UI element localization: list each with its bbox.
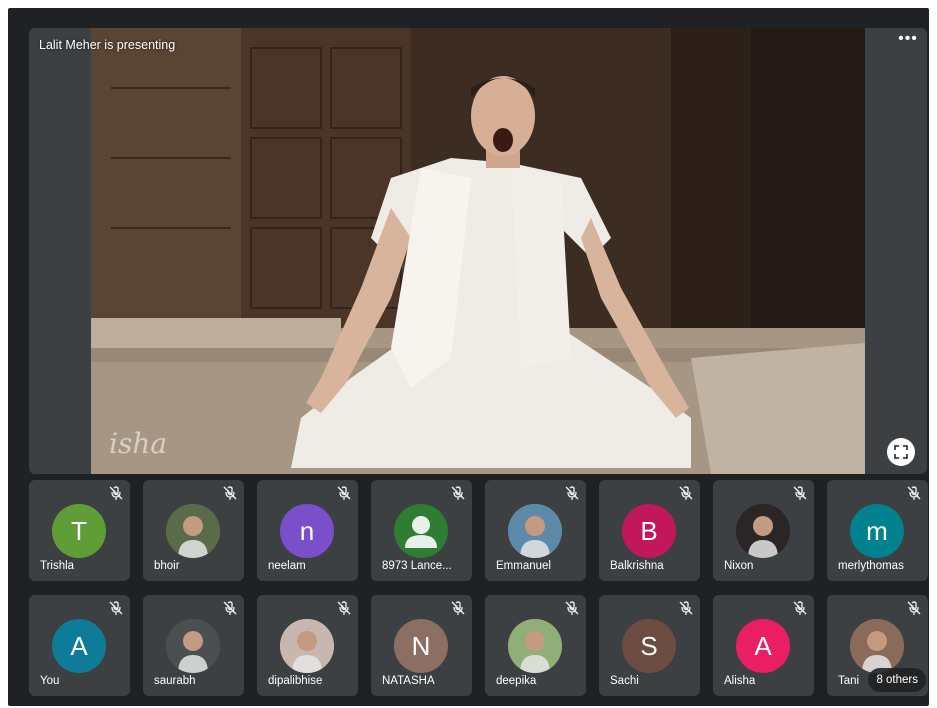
fullscreen-button[interactable] bbox=[887, 438, 915, 466]
participant-tile[interactable]: bhoir bbox=[143, 480, 244, 581]
participant-name: Nixon bbox=[724, 560, 754, 572]
mic-off-icon bbox=[108, 600, 124, 616]
participant-tile[interactable]: deepika bbox=[485, 595, 586, 696]
participant-tile[interactable]: Tani 8 others bbox=[827, 595, 928, 696]
mic-off-icon bbox=[450, 600, 466, 616]
participant-name: Sachi bbox=[610, 675, 639, 687]
presentation-stage: isha Lalit Meher is presenting ••• bbox=[29, 28, 927, 474]
participant-tile[interactable]: A You bbox=[29, 595, 130, 696]
participant-tile[interactable]: n neelam bbox=[257, 480, 358, 581]
avatar-initial: S bbox=[622, 619, 676, 673]
participant-name: Balkrishna bbox=[610, 560, 664, 572]
avatar-photo bbox=[166, 504, 220, 558]
participant-tile[interactable]: A Alisha bbox=[713, 595, 814, 696]
participant-tile[interactable]: S Sachi bbox=[599, 595, 700, 696]
participant-name: deepika bbox=[496, 675, 537, 687]
participant-name: Trishla bbox=[40, 560, 75, 572]
avatar-photo bbox=[508, 619, 562, 673]
presentation-video-image: isha bbox=[91, 28, 865, 474]
participant-name: merlythomas bbox=[838, 560, 904, 572]
mic-off-icon bbox=[336, 600, 352, 616]
participant-name: neelam bbox=[268, 560, 306, 572]
isha-watermark: isha bbox=[109, 427, 167, 460]
participant-tile[interactable]: saurabh bbox=[143, 595, 244, 696]
mic-off-icon bbox=[564, 600, 580, 616]
avatar-initial: B bbox=[622, 504, 676, 558]
more-options-icon[interactable]: ••• bbox=[895, 31, 921, 52]
participant-name: Alisha bbox=[724, 675, 756, 687]
avatar-photo bbox=[736, 504, 790, 558]
mic-off-icon bbox=[222, 485, 238, 501]
participant-name: saurabh bbox=[154, 675, 196, 687]
participant-name: dipalibhise bbox=[268, 675, 323, 687]
fullscreen-icon bbox=[894, 445, 908, 459]
avatar-initial: m bbox=[850, 504, 904, 558]
meeting-window: isha Lalit Meher is presenting ••• T Tris… bbox=[8, 8, 929, 706]
mic-off-icon bbox=[678, 485, 694, 501]
mic-off-icon bbox=[564, 485, 580, 501]
mic-off-icon bbox=[906, 600, 922, 616]
participant-name: Emmanuel bbox=[496, 560, 551, 572]
mic-off-icon bbox=[678, 600, 694, 616]
participant-tile[interactable]: B Balkrishna bbox=[599, 480, 700, 581]
participant-tile[interactable]: 8973 Lance... bbox=[371, 480, 472, 581]
mic-off-icon bbox=[336, 485, 352, 501]
participant-tile[interactable]: Emmanuel bbox=[485, 480, 586, 581]
participant-tile[interactable]: Nixon bbox=[713, 480, 814, 581]
mic-off-icon bbox=[450, 485, 466, 501]
participant-name: NATASHA bbox=[382, 675, 435, 687]
participant-name: 8973 Lance... bbox=[382, 560, 452, 572]
avatar-initial: A bbox=[52, 619, 106, 673]
mic-off-icon bbox=[792, 600, 808, 616]
mic-off-icon bbox=[906, 485, 922, 501]
more-participants-button[interactable]: 8 others bbox=[868, 668, 926, 692]
mic-off-icon bbox=[222, 600, 238, 616]
participant-tile[interactable]: N NATASHA bbox=[371, 595, 472, 696]
participant-name: bhoir bbox=[154, 560, 180, 572]
avatar-photo bbox=[280, 619, 334, 673]
avatar-photo bbox=[850, 619, 904, 673]
avatar-photo bbox=[508, 504, 562, 558]
participant-tile[interactable]: dipalibhise bbox=[257, 595, 358, 696]
participant-tile[interactable]: T Trishla bbox=[29, 480, 130, 581]
person-icon bbox=[394, 504, 448, 558]
avatar-photo bbox=[166, 619, 220, 673]
avatar-initial: T bbox=[52, 504, 106, 558]
mic-off-icon bbox=[108, 485, 124, 501]
avatar-initial: n bbox=[280, 504, 334, 558]
presentation-video: isha bbox=[91, 28, 865, 474]
participant-tile[interactable]: m merlythomas bbox=[827, 480, 928, 581]
participant-name: You bbox=[40, 675, 60, 687]
avatar-initial: A bbox=[736, 619, 790, 673]
avatar-initial: N bbox=[394, 619, 448, 673]
mic-off-icon bbox=[792, 485, 808, 501]
presenter-label: Lalit Meher is presenting bbox=[39, 38, 176, 52]
